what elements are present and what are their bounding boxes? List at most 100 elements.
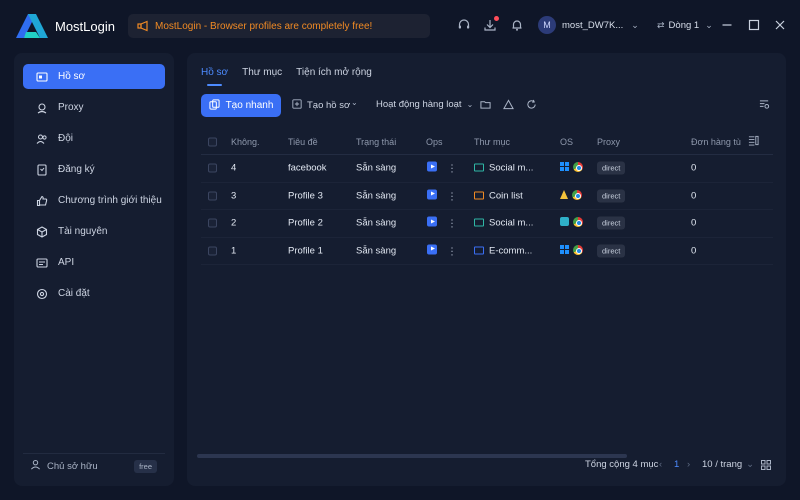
horizontal-scrollbar[interactable] (197, 454, 627, 458)
owner-account[interactable]: Chủ sở hữu free (23, 456, 165, 476)
column-settings-icon[interactable] (748, 135, 759, 149)
sidebar-item-label: API (58, 257, 75, 268)
sidebar-item-api[interactable]: API (23, 250, 165, 275)
table-row[interactable]: 4 facebook Sẵn sàng ⋮ Social m... direct… (201, 155, 773, 183)
sidebar-item-label: Đội (58, 133, 74, 144)
row-checkbox[interactable] (208, 246, 217, 256)
create-profile-label: Tạo hồ sơ (307, 99, 351, 111)
sidebar-item-proxy[interactable]: Proxy (23, 95, 165, 120)
row-folder: E-comm... (474, 245, 532, 256)
proxy-tag: direct (597, 189, 626, 203)
bell-icon[interactable] (510, 18, 524, 32)
close-icon[interactable] (773, 18, 787, 32)
row-os (560, 244, 583, 257)
mostlogin-logo-icon (16, 14, 48, 38)
header-proxy[interactable]: Proxy (597, 137, 620, 147)
row-status: Sẵn sàng (356, 217, 397, 229)
team-selector[interactable]: ⇄ Dòng 1 ⌄ (657, 20, 713, 31)
row-checkbox[interactable] (208, 218, 217, 228)
download-icon[interactable] (483, 16, 499, 32)
table-row[interactable]: 1 Profile 1 Sẵn sàng ⋮ E-comm... direct … (201, 238, 773, 265)
support-headset-icon[interactable] (457, 18, 471, 32)
row-proxy: direct (597, 189, 626, 203)
row-checkbox[interactable] (208, 163, 217, 173)
sidebar-item-label: Proxy (58, 102, 84, 113)
more-options-icon[interactable]: ⋮ (447, 164, 457, 175)
row-no: 3 (231, 190, 237, 202)
more-options-icon[interactable]: ⋮ (447, 246, 457, 257)
header-os[interactable]: OS (560, 137, 573, 147)
tab-extensions[interactable]: Tiện ích mở rộng (296, 67, 372, 86)
table-row[interactable]: 2 Profile 2 Sẵn sàng ⋮ Social m... direc… (201, 210, 773, 238)
warning-icon[interactable] (502, 99, 514, 111)
refresh-icon[interactable] (525, 99, 537, 111)
tab-folders[interactable]: Thư mục (242, 67, 282, 86)
grid-view-icon[interactable] (761, 460, 771, 473)
proxy-tag: direct (597, 244, 626, 258)
row-title: Profile 1 (288, 245, 323, 257)
tab-profiles[interactable]: Hồ sơ (201, 67, 228, 86)
maximize-icon[interactable] (747, 18, 761, 32)
team-icon (36, 133, 48, 145)
sidebar: Hồ sơ Proxy Đội Đăng ký Chương trình giớ… (14, 53, 174, 486)
sidebar-item-team[interactable]: Đội (23, 126, 165, 151)
row-ops: ⋮ (427, 244, 457, 257)
megaphone-icon (137, 20, 149, 32)
prev-page-icon[interactable]: ‹ (659, 459, 662, 470)
row-status: Sẵn sàng (356, 245, 397, 257)
select-all-checkbox[interactable] (208, 137, 217, 146)
proxy-tag: direct (597, 216, 626, 230)
quick-create-button[interactable]: Tạo nhanh (201, 94, 281, 117)
batch-actions-dropdown[interactable]: Hoạt động hàng loạt ⌄ (376, 99, 473, 110)
chrome-icon (572, 189, 582, 200)
row-no: 4 (231, 162, 237, 174)
launch-play-icon[interactable] (427, 161, 437, 172)
copy-plus-icon (208, 98, 220, 113)
search-filter-icon[interactable] (758, 99, 770, 111)
chevron-down-icon: ⌄ (466, 100, 474, 109)
launch-play-icon[interactable] (427, 216, 437, 227)
linux-icon (560, 189, 568, 199)
create-profile-button[interactable]: Tạo hồ sơ (292, 99, 350, 111)
more-options-icon[interactable]: ⋮ (447, 219, 457, 230)
user-menu[interactable]: M most_DW7K... ⌄ (538, 16, 639, 34)
sidebar-item-subscription[interactable]: Đăng ký (23, 157, 165, 182)
promo-notice[interactable]: MostLogin - Browser profiles are complet… (128, 14, 430, 38)
toolbar: Tạo nhanh Tạo hồ sơ ⌄ Hoạt động hàng loạ… (201, 94, 776, 118)
move-to-folder-icon[interactable] (479, 99, 491, 111)
sidebar-item-profiles[interactable]: Hồ sơ (23, 64, 165, 89)
folder-icon (474, 163, 484, 172)
header-folder[interactable]: Thư mục (474, 137, 510, 147)
launch-play-icon[interactable] (427, 189, 437, 200)
row-ops: ⋮ (427, 189, 457, 202)
create-profile-dropdown-icon[interactable]: ⌄ (351, 98, 358, 107)
launch-play-icon[interactable] (427, 244, 437, 255)
profile-card-icon (36, 71, 48, 83)
cube-icon (36, 225, 48, 238)
sidebar-item-label: Chương trình giới thiệu (58, 195, 162, 206)
table-row[interactable]: 3 Profile 3 Sẵn sàng ⋮ Coin list direct … (201, 183, 773, 210)
row-os (560, 162, 583, 174)
row-order: 0 (691, 217, 697, 229)
row-no: 1 (231, 245, 237, 257)
per-page-select[interactable]: 10 / trang ⌄ (702, 459, 754, 470)
user-icon (30, 459, 41, 473)
more-options-icon[interactable]: ⋮ (447, 191, 457, 202)
header-title[interactable]: Tiêu đề (288, 137, 318, 147)
sidebar-item-label: Đăng ký (58, 164, 95, 175)
row-os (560, 189, 582, 202)
minimize-icon[interactable] (720, 18, 734, 32)
plan-badge: free (134, 460, 157, 473)
sidebar-item-referral[interactable]: Chương trình giới thiệu (23, 188, 165, 213)
sidebar-item-settings[interactable]: Cài đặt (23, 281, 165, 306)
header-status[interactable]: Trạng thái (356, 137, 396, 147)
windows-icon (560, 244, 569, 254)
sidebar-item-resources[interactable]: Tài nguyên (23, 219, 165, 244)
per-page-label: 10 / trang (702, 459, 743, 470)
next-page-icon[interactable]: › (687, 459, 690, 470)
header-no[interactable]: Không. (231, 137, 260, 147)
page-number[interactable]: 1 (674, 459, 679, 470)
tab-bar: Hồ sơ Thư mục Tiện ích mở rộng (201, 67, 386, 86)
row-checkbox[interactable] (208, 191, 217, 201)
header-order[interactable]: Đơn hàng tùy (691, 137, 741, 147)
